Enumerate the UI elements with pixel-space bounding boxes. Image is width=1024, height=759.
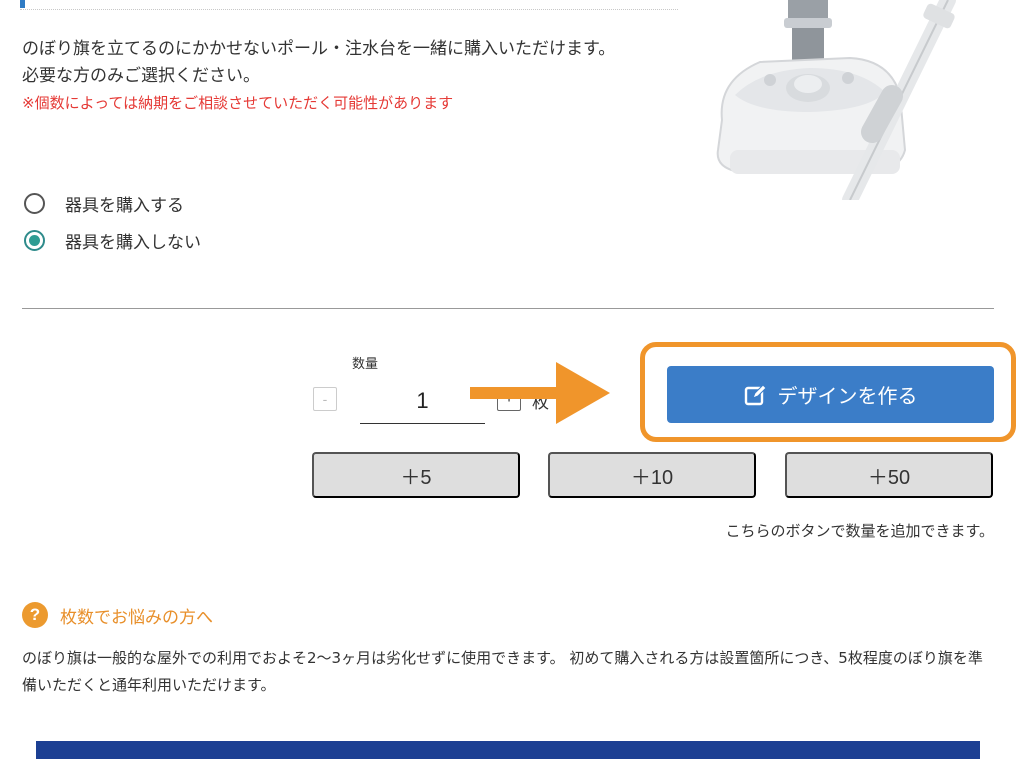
help-heading: ? 枚数でお悩みの方へ: [22, 602, 213, 628]
create-design-label: デザインを作る: [777, 384, 918, 408]
delivery-warning: ※個数によっては納期をご相談させていただく可能性があります: [22, 94, 454, 112]
quantity-decrement-button[interactable]: -: [313, 387, 337, 411]
question-icon: ?: [22, 602, 48, 628]
description-line-1: のぼり旗を立てるのにかかせないポール・注水台を一緒に購入いただけます。: [22, 39, 616, 59]
radio-buy-equipment[interactable]: [24, 193, 45, 214]
add-buttons-note: こちらのボタンで数量を追加できます。: [725, 522, 994, 540]
create-design-button[interactable]: デザインを作る: [667, 366, 994, 423]
option-no-label: 器具を購入しない: [65, 233, 201, 253]
option-buy-equipment[interactable]: 器具を購入する: [24, 191, 184, 216]
description-line-2: 必要な方のみご選択ください。: [22, 66, 260, 86]
edit-icon: [744, 383, 767, 405]
product-banner-image: [36, 741, 980, 759]
quantity-label: 数量: [352, 357, 379, 372]
radio-no-equipment[interactable]: [24, 230, 45, 251]
add-50-button[interactable]: ＋50: [785, 452, 993, 498]
add-10-button[interactable]: ＋10: [548, 452, 756, 498]
option-no-equipment[interactable]: 器具を購入しない: [24, 228, 201, 253]
pole-stand-product-image: [716, 0, 956, 200]
arrow-right-icon: [470, 362, 610, 424]
section-title-underline: [20, 9, 678, 10]
help-body-text: のぼり旗は一般的な屋外での利用でおよそ2〜3ヶ月は劣化せずに使用できます。 初め…: [22, 649, 983, 694]
section-divider: [22, 308, 994, 309]
help-title: 枚数でお悩みの方へ: [60, 607, 213, 628]
equipment-description: のぼり旗を立てるのにかかせないポール・注水台を一緒に購入いただけます。 必要な方…: [22, 36, 662, 117]
quantity-input[interactable]: [360, 378, 485, 424]
section-accent-bar: [20, 0, 25, 8]
option-buy-label: 器具を購入する: [65, 196, 184, 216]
add-5-button[interactable]: ＋5: [312, 452, 520, 498]
